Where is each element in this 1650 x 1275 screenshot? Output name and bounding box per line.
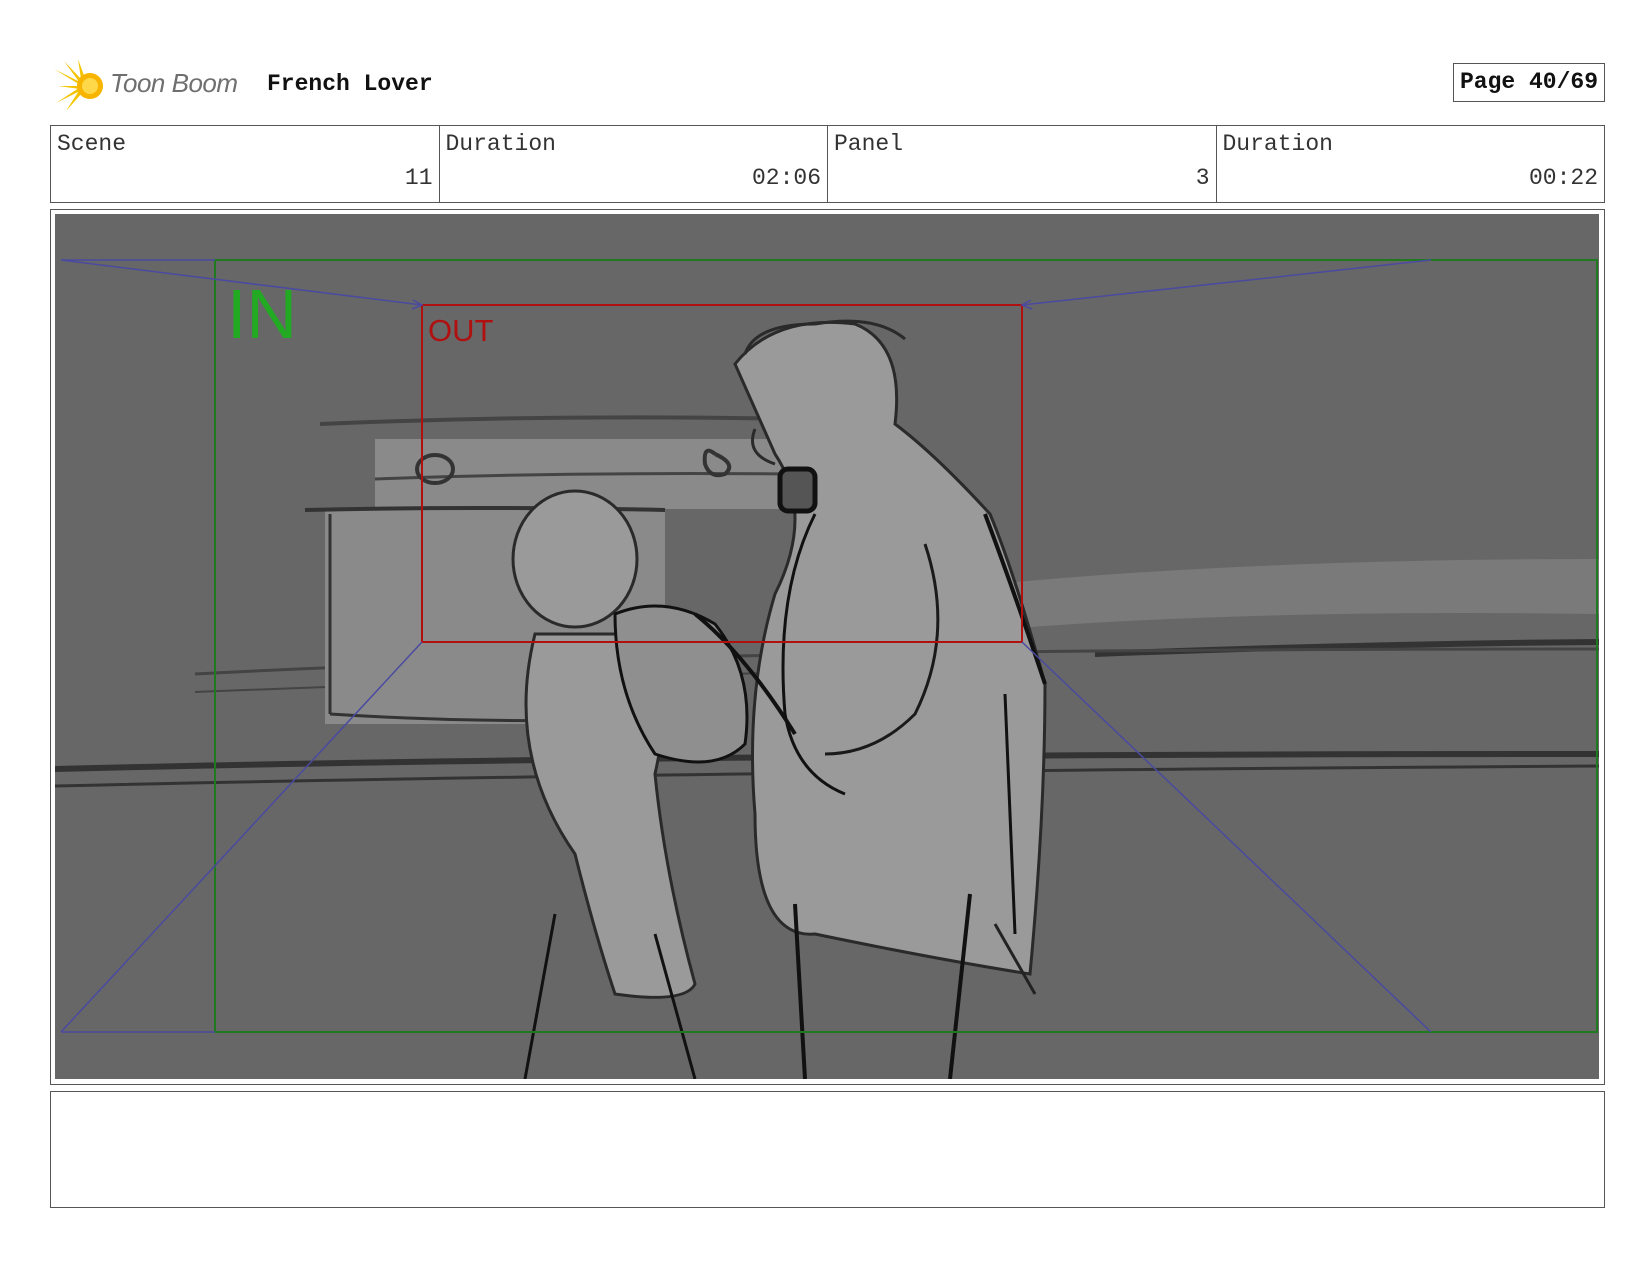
panel-sketch: IN OUT bbox=[55, 214, 1599, 1079]
panel-value: 3 bbox=[1195, 165, 1210, 191]
toon-boom-logo: Toon Boom bbox=[52, 59, 252, 113]
page-header: Toon Boom French Lover Page 40/69 bbox=[50, 55, 1605, 115]
panel-duration-value: 00:22 bbox=[1528, 165, 1598, 191]
scene-duration-label: Duration bbox=[445, 131, 556, 157]
page-indicator: Page 40/69 bbox=[1452, 63, 1605, 102]
scene-duration-value: 02:06 bbox=[751, 165, 821, 191]
in-label: IN bbox=[227, 275, 297, 353]
panel-notes-box bbox=[50, 1091, 1605, 1208]
scene-value: 11 bbox=[404, 165, 433, 191]
panel-cell: Panel 3 bbox=[828, 126, 1217, 202]
project-title: French Lover bbox=[267, 71, 433, 97]
scene-info-table: Scene 11 Duration 02:06 Panel 3 Duration… bbox=[50, 125, 1605, 203]
woman-head bbox=[511, 489, 639, 629]
storyboard-panel-frame: IN OUT bbox=[50, 209, 1605, 1085]
logo-wordmark: Toon Boom bbox=[110, 68, 238, 98]
panel-duration-label: Duration bbox=[1222, 131, 1333, 157]
scene-cell: Scene 11 bbox=[51, 126, 440, 202]
panel-duration-cell: Duration 00:22 bbox=[1217, 126, 1605, 202]
scene-duration-cell: Duration 02:06 bbox=[440, 126, 828, 202]
starburst-icon bbox=[54, 59, 103, 111]
panel-label: Panel bbox=[834, 131, 904, 157]
out-label: OUT bbox=[428, 313, 494, 348]
storyboard-panel-image: IN OUT bbox=[55, 214, 1599, 1079]
scene-label: Scene bbox=[57, 131, 127, 157]
